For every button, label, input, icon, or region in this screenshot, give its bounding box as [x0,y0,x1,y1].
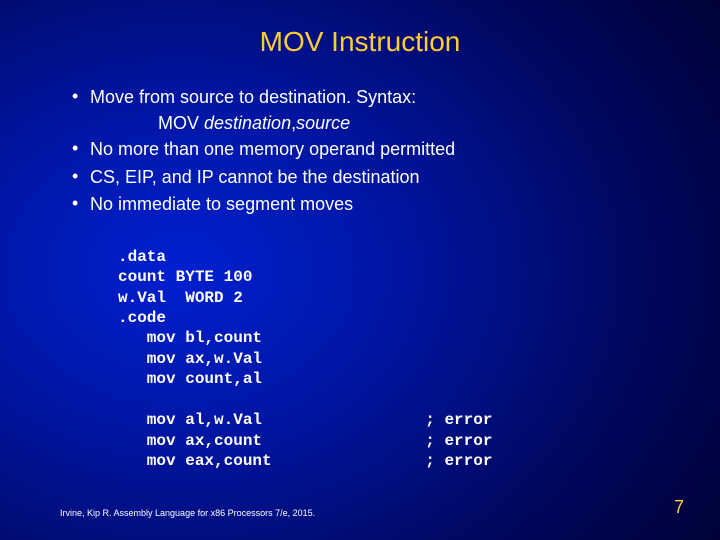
syntax-source: source [296,113,350,133]
syntax-destination: destination [204,113,291,133]
bullet-item-3: • CS, EIP, and IP cannot be the destinat… [72,166,660,189]
bullet-text: Move from source to destination. Syntax: [90,86,416,109]
bullet-marker: • [72,86,90,109]
bullet-marker: • [72,193,90,216]
bullet-text: No immediate to segment moves [90,193,353,216]
bullet-item-2: • No more than one memory operand permit… [72,138,660,161]
footer-citation: Irvine, Kip R. Assembly Language for x86… [60,508,315,518]
bullet-item-1: • Move from source to destination. Synta… [72,86,660,109]
bullet-marker: • [72,138,90,161]
content-area: • Move from source to destination. Synta… [0,86,720,472]
syntax-mov: MOV [158,113,204,133]
bullet-item-4: • No immediate to segment moves [72,193,660,216]
bullet-marker: • [72,166,90,189]
bullet-text: CS, EIP, and IP cannot be the destinatio… [90,166,420,189]
bullet-text: No more than one memory operand permitte… [90,138,455,161]
page-number: 7 [674,497,684,518]
page-title: MOV Instruction [0,0,720,86]
syntax-line: MOV destination,source [72,113,660,134]
code-block: .data count BYTE 100 w.Val WORD 2 .code … [72,221,660,472]
